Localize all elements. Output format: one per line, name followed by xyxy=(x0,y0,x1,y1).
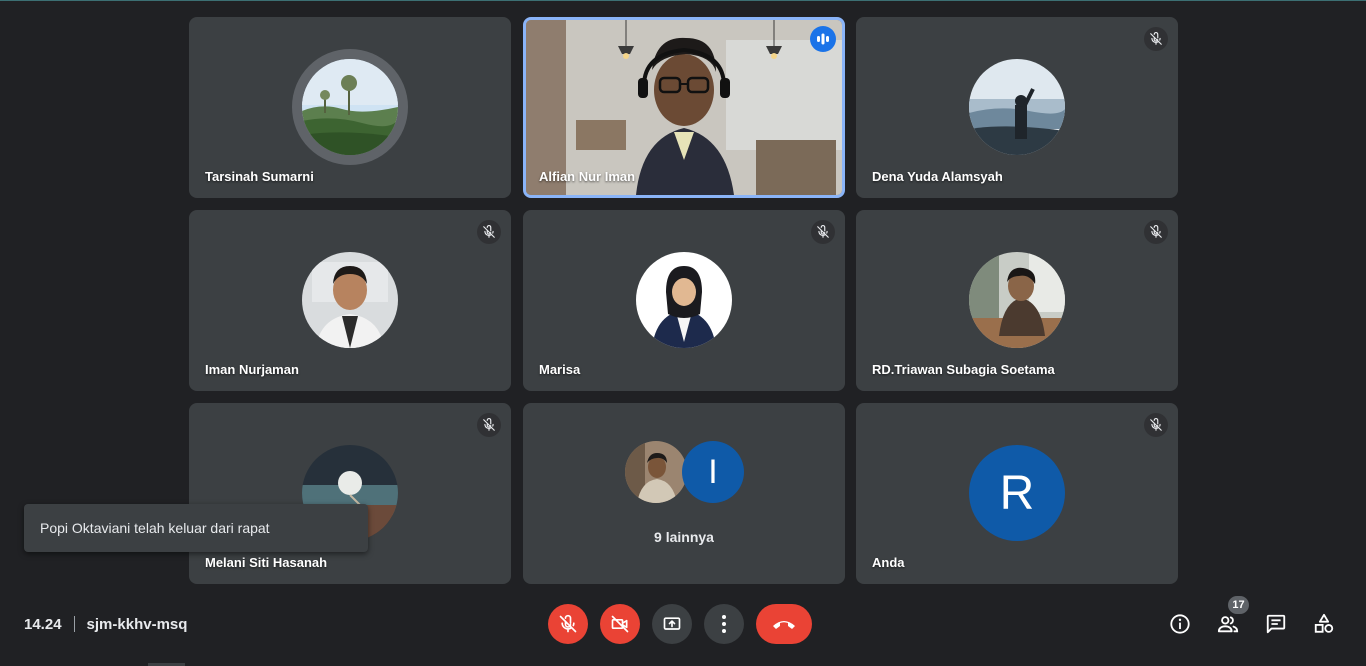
more-options-button[interactable] xyxy=(704,604,744,644)
mic-off-icon xyxy=(811,220,835,244)
avatar xyxy=(969,59,1065,155)
participant-name: Anda xyxy=(872,555,905,570)
meeting-code[interactable]: sjm-kkhv-msq xyxy=(87,616,188,633)
speaking-indicator-icon xyxy=(810,26,836,52)
meeting-details-button[interactable] xyxy=(1168,612,1192,636)
toggle-camera-button[interactable] xyxy=(600,604,640,644)
participant-tile[interactable]: RD.Triawan Subagia Soetama xyxy=(856,210,1178,391)
others-count-label: 9 lainnya xyxy=(654,529,714,545)
leave-call-button[interactable] xyxy=(756,604,812,644)
participant-tile[interactable]: Melani Siti Hasanah xyxy=(189,403,511,584)
participant-name: Dena Yuda Alamsyah xyxy=(872,169,1003,184)
chat-button[interactable] xyxy=(1264,612,1288,636)
participant-tile[interactable]: Dena Yuda Alamsyah xyxy=(856,17,1178,198)
people-button[interactable] xyxy=(1216,612,1240,636)
others-tile[interactable]: I 9 lainnya xyxy=(523,403,845,584)
divider xyxy=(73,616,75,632)
participant-name: RD.Triawan Subagia Soetama xyxy=(872,362,1055,377)
meeting-info: 14.24 sjm-kkhv-msq xyxy=(24,614,187,634)
toast-message: Popi Oktaviani telah keluar dari rapat xyxy=(40,520,270,536)
participant-name: Iman Nurjaman xyxy=(205,362,299,377)
info-icon xyxy=(1170,614,1190,634)
self-tile[interactable]: R Anda xyxy=(856,403,1178,584)
avatar xyxy=(302,252,398,348)
avatar xyxy=(292,49,408,165)
activities-icon xyxy=(1314,613,1334,633)
chat-icon xyxy=(1266,614,1286,634)
people-icon xyxy=(1217,616,1239,633)
avatar xyxy=(969,252,1065,348)
avatar xyxy=(625,441,687,503)
participant-name: Tarsinah Sumarni xyxy=(205,169,314,184)
participant-name: Melani Siti Hasanah xyxy=(205,555,328,570)
participant-tile[interactable]: Marisa xyxy=(523,210,845,391)
present-screen-icon xyxy=(663,617,681,630)
mic-off-icon xyxy=(1144,27,1168,51)
participant-tile-active-speaker[interactable]: Alfian Nur Iman xyxy=(523,17,845,198)
participant-tile[interactable]: Tarsinah Sumarni xyxy=(189,17,511,198)
notification-toast: Popi Oktaviani telah keluar dari rapat xyxy=(24,504,368,552)
more-options-icon xyxy=(722,615,726,633)
participant-name: Alfian Nur Iman xyxy=(539,169,636,184)
avatar-initial: R xyxy=(969,445,1065,541)
participant-count-badge: 17 xyxy=(1228,596,1249,614)
avatar-initial: I xyxy=(682,441,744,503)
mic-off-icon xyxy=(477,220,501,244)
camera-off-icon xyxy=(611,615,629,633)
mic-off-icon xyxy=(1144,413,1168,437)
participant-tile[interactable]: Iman Nurjaman xyxy=(189,210,511,391)
toggle-microphone-button[interactable] xyxy=(548,604,588,644)
mic-off-icon xyxy=(477,413,501,437)
meeting-time: 14.24 xyxy=(24,615,62,633)
window-top-border xyxy=(0,0,1366,1)
hang-up-icon xyxy=(773,621,795,629)
mic-off-icon xyxy=(559,614,577,633)
activities-button[interactable] xyxy=(1312,612,1336,636)
participant-grid: Tarsinah Sumarni Alfian Nur Iman Dena Yu… xyxy=(189,17,1178,584)
mic-off-icon xyxy=(1144,220,1168,244)
participant-name: Marisa xyxy=(539,362,581,377)
avatar xyxy=(636,252,732,348)
present-screen-button[interactable] xyxy=(652,604,692,644)
